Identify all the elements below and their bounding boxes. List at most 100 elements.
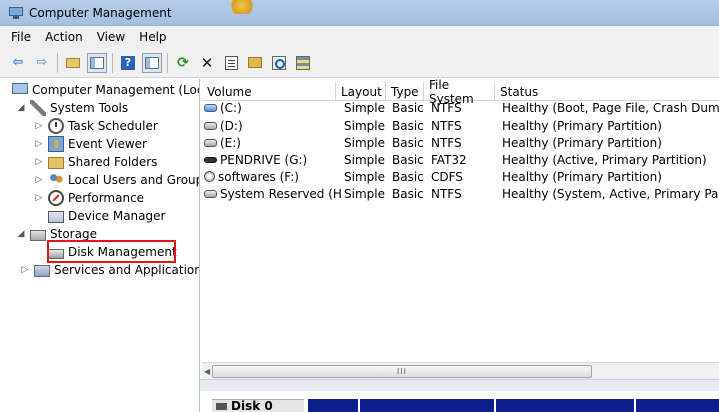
show-hide-action-pane-button[interactable] — [142, 52, 162, 73]
event-viewer-icon — [48, 136, 64, 152]
disk-partition[interactable] — [308, 399, 360, 412]
disk-label-text: Disk 0 — [231, 399, 273, 412]
cell-volume: (C:) — [220, 100, 242, 115]
usb-drive-icon — [204, 156, 217, 163]
drive-icon — [204, 138, 217, 147]
cell-volume: PENDRIVE (G:) — [220, 152, 308, 167]
performance-gauge-icon — [48, 190, 64, 206]
scroll-left-arrow-icon[interactable]: ◀ — [204, 367, 210, 376]
scrollbar-thumb[interactable]: III — [212, 365, 592, 378]
search-icon — [272, 55, 286, 70]
cell-layout: Simple — [344, 118, 385, 133]
tree-item-label: Task Scheduler — [68, 119, 158, 133]
search-button[interactable] — [269, 53, 289, 73]
help-button[interactable]: ? — [118, 53, 138, 73]
services-icon — [34, 265, 50, 277]
horizontal-scrollbar[interactable]: ◀ III — [202, 362, 719, 379]
table-row[interactable]: System Reserved (H:) Simple Basic NTFS H… — [202, 185, 719, 202]
toolbar-separator — [112, 52, 113, 73]
tree-item-label: Local Users and Groups — [68, 173, 200, 187]
table-row[interactable]: PENDRIVE (G:) Simple Basic FAT32 Healthy… — [202, 151, 719, 168]
collapse-arrow-icon[interactable]: ◢ — [16, 229, 26, 239]
tools-icon — [30, 100, 46, 116]
background-decoration-icon — [228, 0, 256, 14]
table-row[interactable]: (D:) Simple Basic NTFS Healthy (Primary … — [202, 117, 719, 134]
volume-list[interactable]: Volume Layout Type File System Status (C… — [202, 79, 719, 366]
menu-file[interactable]: File — [4, 30, 38, 44]
tree-item-label: System Tools — [50, 101, 129, 115]
tree-item-label: Shared Folders — [68, 155, 158, 169]
red-highlight-box — [47, 240, 176, 263]
users-icon — [48, 172, 64, 188]
tree-item-shared-folders[interactable]: ▷ Shared Folders — [34, 153, 157, 171]
title-bar: Computer Management — [0, 0, 719, 26]
refresh-button[interactable]: ⟳ — [173, 53, 193, 73]
cell-volume: softwares (F:) — [218, 169, 299, 184]
open-folder-icon — [248, 57, 262, 68]
menu-view[interactable]: View — [90, 30, 132, 44]
disk-partition[interactable] — [496, 399, 636, 412]
help-icon: ? — [121, 55, 135, 70]
collapse-arrow-icon[interactable]: ◢ — [16, 103, 26, 113]
forward-button[interactable]: ⇨ — [32, 53, 52, 73]
back-button[interactable]: ⇦ — [8, 53, 28, 73]
cell-status: Healthy (Primary Partition) — [502, 118, 662, 133]
delete-button[interactable]: ✕ — [197, 53, 217, 73]
expand-arrow-icon[interactable]: ▷ — [34, 175, 44, 185]
console-tree[interactable]: Computer Management (Local ◢ System Tool… — [0, 79, 200, 412]
table-row[interactable]: (C:) Simple Basic NTFS Healthy (Boot, Pa… — [202, 99, 719, 116]
expand-arrow-icon[interactable]: ▷ — [34, 139, 44, 149]
expand-arrow-icon[interactable]: ▷ — [34, 121, 44, 131]
forward-arrow-icon: ⇨ — [36, 55, 48, 70]
cell-status: Healthy (Active, Primary Partition) — [502, 152, 707, 167]
action-pane-icon — [145, 56, 159, 69]
tree-item-label: Storage — [50, 227, 97, 241]
window-title: Computer Management — [29, 5, 172, 20]
table-row[interactable]: softwares (F:) Simple Basic CDFS Healthy… — [202, 168, 719, 185]
tree-item-computer-management[interactable]: Computer Management (Local — [12, 81, 200, 99]
up-one-level-button[interactable] — [63, 53, 83, 73]
tree-item-label: Device Manager — [68, 209, 166, 223]
cell-layout: Simple — [344, 100, 385, 115]
tree-item-performance[interactable]: ▷ Performance — [34, 189, 144, 207]
tree-item-system-tools[interactable]: ◢ System Tools — [16, 99, 128, 117]
cell-file-system: FAT32 — [431, 152, 467, 167]
table-row[interactable]: (E:) Simple Basic NTFS Healthy (Primary … — [202, 134, 719, 151]
properties-button[interactable] — [221, 53, 241, 73]
disk-partition[interactable] — [636, 399, 719, 412]
expand-arrow-icon[interactable]: ▷ — [34, 157, 44, 167]
disk-partition[interactable] — [360, 399, 496, 412]
menu-action[interactable]: Action — [38, 30, 90, 44]
menu-help[interactable]: Help — [132, 30, 173, 44]
tree-item-device-manager[interactable]: Device Manager — [48, 207, 165, 225]
drive-icon — [204, 121, 217, 130]
expand-arrow-icon[interactable]: ▷ — [20, 265, 30, 275]
tree-item-services-and-applications[interactable]: ▷ Services and Applications — [20, 261, 199, 279]
disk-0-label[interactable]: Disk 0 — [212, 399, 304, 412]
cell-volume: (D:) — [220, 118, 243, 133]
cell-file-system: NTFS — [431, 118, 462, 133]
cell-layout: Simple — [344, 152, 385, 167]
tree-item-label: Computer Management (Local — [32, 83, 200, 97]
tree-item-task-scheduler[interactable]: ▷ Task Scheduler — [34, 117, 158, 135]
tree-item-event-viewer[interactable]: ▷ Event Viewer — [34, 135, 147, 153]
tree-item-local-users-and-groups[interactable]: ▷ Local Users and Groups — [34, 171, 200, 189]
toolbar-separator — [57, 52, 58, 73]
toolbar: ⇦ ⇨ ? ⟳ ✕ — [0, 48, 719, 78]
cell-status: Healthy (System, Active, Primary Partiti… — [502, 186, 719, 201]
cell-status: Healthy (Boot, Page File, Crash Dump, Pr… — [502, 100, 719, 115]
open-button[interactable] — [245, 53, 265, 73]
cell-type: Basic — [392, 118, 424, 133]
cell-status: Healthy (Primary Partition) — [502, 135, 662, 150]
cell-volume: (E:) — [220, 135, 241, 150]
cd-drive-icon — [204, 171, 215, 182]
delete-icon: ✕ — [200, 53, 214, 72]
folder-up-icon — [66, 57, 80, 68]
cell-file-system: NTFS — [431, 135, 462, 150]
settings-button[interactable] — [293, 53, 313, 73]
computer-icon — [12, 83, 28, 94]
expand-arrow-icon[interactable]: ▷ — [34, 193, 44, 203]
show-hide-console-tree-button[interactable] — [87, 52, 107, 73]
cell-type: Basic — [392, 152, 424, 167]
pane-splitter[interactable] — [200, 379, 719, 391]
